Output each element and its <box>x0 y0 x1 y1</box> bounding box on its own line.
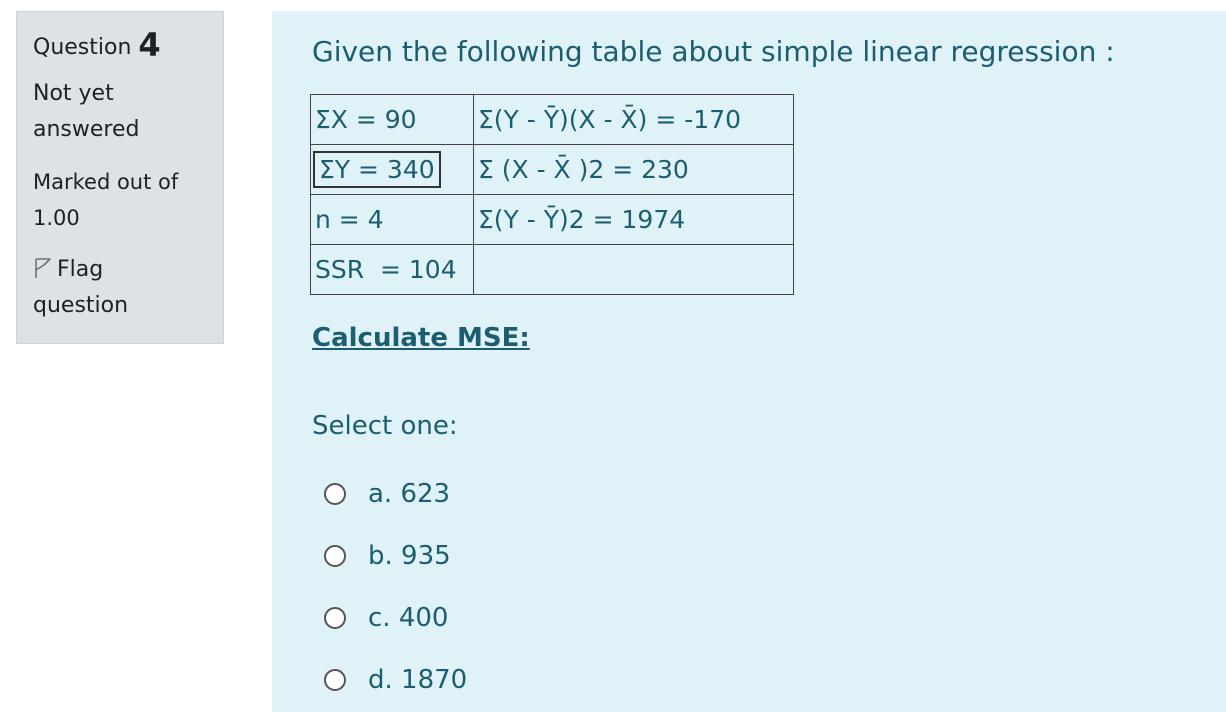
table-cell: Σ(Y - Ȳ)(X - X̄) = -170 <box>473 94 794 145</box>
option-label: c. 400 <box>368 603 449 633</box>
grade-line-2: 1.00 <box>33 206 80 230</box>
table-cell: Σ(Y - Ȳ)2 = 1974 <box>473 194 794 245</box>
table-row: ΣX = 90 Σ(Y - Ȳ)(X - X̄) = -170 <box>310 94 794 145</box>
question-label: Question <box>33 35 132 60</box>
question-info-panel: Question 4 Not yet answered Marked out o… <box>16 11 224 344</box>
flag-line-2: question <box>33 293 129 318</box>
table-cell <box>473 244 794 295</box>
answer-option-d[interactable]: d. 1870 <box>324 649 467 711</box>
answer-option-a[interactable]: a. 623 <box>324 463 467 525</box>
answer-options: a. 623 b. 935 c. 400 d. 1870 <box>324 463 467 711</box>
table-row: n = 4 Σ(Y - Ȳ)2 = 1974 <box>310 194 794 245</box>
state-line-2: answered <box>33 117 140 142</box>
question-state: Not yet answered <box>33 76 223 148</box>
regression-table: ΣX = 90 Σ(Y - Ȳ)(X - X̄) = -170 ΣY = 340… <box>310 94 794 295</box>
table-cell: Σ (X - X̄ )2 = 230 <box>473 144 794 195</box>
question-number: 4 <box>138 26 161 64</box>
state-line-1: Not yet <box>33 81 114 106</box>
question-grade: Marked out of 1.00 <box>33 164 223 236</box>
answer-option-c[interactable]: c. 400 <box>324 587 467 649</box>
radio-button[interactable] <box>324 545 346 567</box>
table-cell: ΣX = 90 <box>310 94 474 145</box>
answer-option-b[interactable]: b. 935 <box>324 525 467 587</box>
question-prompt: Calculate MSE: <box>312 323 530 353</box>
boxed-cell-text: ΣY = 340 <box>313 151 441 188</box>
flag-question-link[interactable]: Flag question <box>33 252 223 324</box>
option-label: a. 623 <box>368 479 451 509</box>
option-label: b. 935 <box>368 541 451 571</box>
grade-line-1: Marked out of <box>33 170 179 194</box>
question-content: Given the following table about simple l… <box>272 11 1226 712</box>
flag-line-1: Flag <box>57 257 104 282</box>
table-cell: ΣY = 340 <box>310 144 474 195</box>
table-row: SSR = 104 <box>310 244 794 295</box>
radio-button[interactable] <box>324 669 346 691</box>
radio-button[interactable] <box>324 607 346 629</box>
table-cell: n = 4 <box>310 194 474 245</box>
question-text: Given the following table about simple l… <box>312 35 1115 68</box>
question-number-heading: Question 4 <box>33 28 223 64</box>
table-cell: SSR = 104 <box>310 244 474 295</box>
select-one-label: Select one: <box>312 411 458 441</box>
radio-button[interactable] <box>324 483 346 505</box>
option-label: d. 1870 <box>368 665 468 695</box>
flag-outline-icon <box>33 255 53 278</box>
table-row: ΣY = 340 Σ (X - X̄ )2 = 230 <box>310 144 794 195</box>
